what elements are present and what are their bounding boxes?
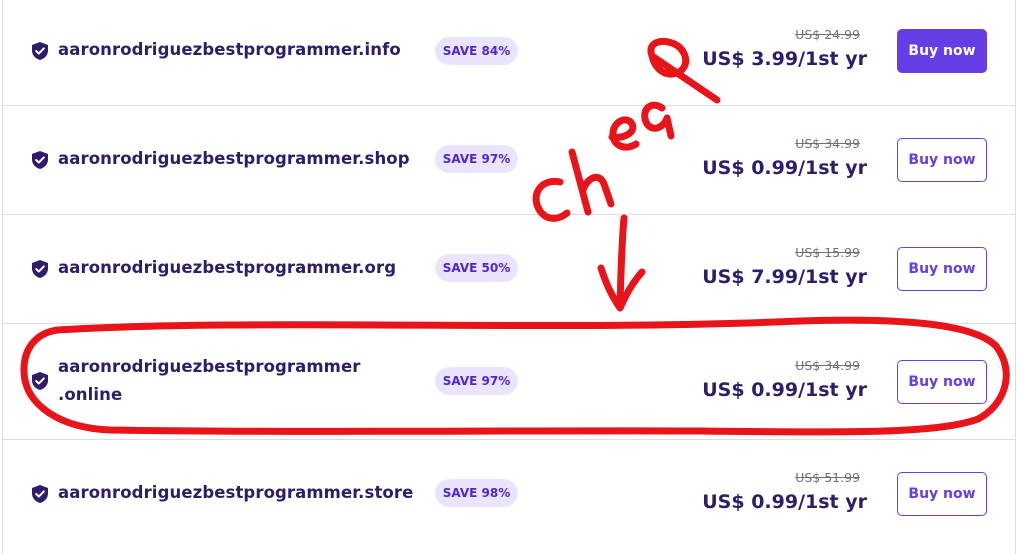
domain-name: aaronrodriguezbestprogrammer.org — [58, 258, 397, 277]
discount-badge: SAVE 97% — [435, 145, 518, 173]
domain-name-line2: .online — [58, 385, 123, 404]
domain-name: aaronrodriguezbestprogrammer.info — [58, 40, 401, 59]
original-price: US$ 34.99 — [795, 358, 860, 373]
buy-now-button[interactable]: Buy now — [897, 29, 987, 73]
original-price: US$ 24.99 — [795, 27, 860, 42]
original-price: US$ 51.99 — [795, 470, 860, 485]
domain-row-shop: aaronrodriguezbestprogrammer.shop SAVE 9… — [3, 106, 1015, 215]
first-year-price: US$ 0.99/1st yr — [702, 157, 867, 179]
discount-badge: SAVE 98% — [435, 479, 518, 507]
buy-now-button[interactable]: Buy now — [897, 247, 987, 291]
buy-now-button[interactable]: Buy now — [897, 138, 987, 182]
discount-badge: SAVE 50% — [435, 254, 518, 282]
shield-check-icon — [32, 42, 48, 60]
buy-now-button[interactable]: Buy now — [897, 360, 987, 404]
shield-check-icon — [32, 151, 48, 169]
shield-check-icon — [32, 372, 48, 390]
shield-check-icon — [32, 485, 48, 503]
domain-row-info: aaronrodriguezbestprogrammer.info SAVE 8… — [3, 0, 1015, 106]
domain-name: aaronrodriguezbestprogrammer.store — [58, 483, 414, 502]
discount-badge: SAVE 84% — [435, 37, 518, 65]
domain-results-screen: aaronrodriguezbestprogrammer.info SAVE 8… — [0, 0, 1018, 554]
domain-row-store: aaronrodriguezbestprogrammer.store SAVE … — [3, 440, 1015, 554]
original-price: US$ 34.99 — [795, 136, 860, 151]
first-year-price: US$ 0.99/1st yr — [702, 491, 867, 513]
buy-now-button[interactable]: Buy now — [897, 472, 987, 516]
shield-check-icon — [32, 260, 48, 278]
first-year-price: US$ 7.99/1st yr — [702, 266, 867, 288]
domain-name: aaronrodriguezbestprogrammer.shop — [58, 149, 410, 168]
first-year-price: US$ 3.99/1st yr — [702, 48, 867, 70]
original-price: US$ 15.99 — [795, 245, 860, 260]
first-year-price: US$ 0.99/1st yr — [702, 379, 867, 401]
domain-row-online: aaronrodriguezbestprogrammer .online SAV… — [3, 324, 1015, 440]
domain-name-line1: aaronrodriguezbestprogrammer — [58, 357, 361, 376]
domain-row-org: aaronrodriguezbestprogrammer.org SAVE 50… — [3, 215, 1015, 324]
discount-badge: SAVE 97% — [435, 367, 518, 395]
domain-results-list: aaronrodriguezbestprogrammer.info SAVE 8… — [2, 0, 1016, 554]
